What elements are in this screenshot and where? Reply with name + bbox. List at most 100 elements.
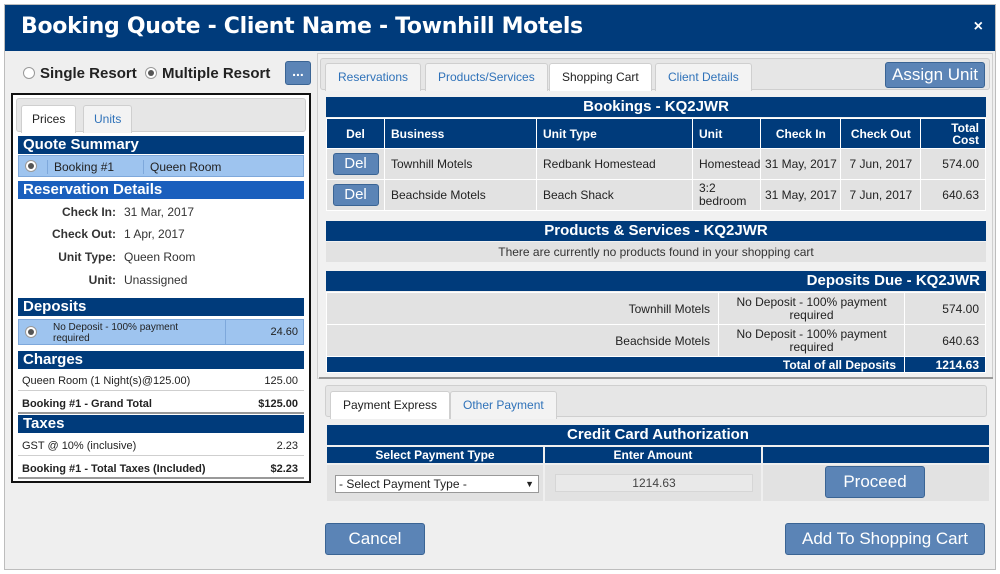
- unit-cell: Homestead: [691, 148, 762, 180]
- single-resort-option[interactable]: Single Resort: [23, 65, 137, 82]
- assign-unit-button[interactable]: Assign Unit: [885, 62, 985, 88]
- business-cell: Beachside Motels: [384, 179, 537, 211]
- quote-summary-heading: Quote Summary: [18, 136, 304, 154]
- payment-tabs: Payment Express Other Payment: [325, 385, 987, 419]
- table-row: Del Townhill Motels Redbank Homestead Ho…: [326, 148, 986, 180]
- check-out-cell: 7 Jun, 2017: [840, 179, 922, 211]
- total-deposits-label: Total of all Deposits: [326, 356, 905, 373]
- grand-total-label: Booking #1 - Grand Total: [22, 398, 152, 410]
- multiple-resort-radio[interactable]: [145, 67, 157, 79]
- business-cell: Townhill Motels: [384, 148, 537, 180]
- tab-products-services[interactable]: Products/Services: [425, 63, 548, 91]
- check-in-label: Check In:: [61, 205, 116, 219]
- col-check-out: Check Out: [840, 118, 922, 149]
- check-out-label: Check Out:: [51, 227, 116, 241]
- proceed-button[interactable]: Proceed: [825, 466, 925, 498]
- delete-booking-button[interactable]: Del: [332, 184, 379, 206]
- left-tabs: Prices Units: [16, 98, 306, 133]
- tab-shopping-cart[interactable]: Shopping Cart: [549, 63, 652, 91]
- add-to-shopping-cart-button[interactable]: Add To Shopping Cart: [785, 523, 985, 555]
- total-cell: 640.63: [920, 179, 986, 211]
- unit-type-cell: Redbank Homestead: [536, 148, 693, 180]
- dropdown-arrow-icon: ▼: [525, 479, 534, 489]
- tax-total-amount: $2.23: [270, 463, 298, 475]
- deposit-amount: 640.63: [904, 324, 986, 357]
- unit-value: Unassigned: [124, 273, 188, 287]
- deposit-message: No Deposit - 100% payment required: [718, 292, 905, 325]
- deposit-amount: 24.60: [225, 320, 303, 344]
- single-resort-radio[interactable]: [23, 67, 35, 79]
- shopping-cart-panel: Reservations Products/Services Shopping …: [317, 53, 993, 379]
- bookings-heading: Bookings - KQ2JWR: [326, 97, 986, 117]
- unit-type-cell: Beach Shack: [536, 179, 693, 211]
- total-cell: 574.00: [920, 148, 986, 180]
- tax-line: GST @ 10% (inclusive) 2.23: [18, 436, 304, 456]
- total-deposits-row: Total of all Deposits 1214.63: [326, 356, 986, 373]
- booking-row[interactable]: Booking #1 Queen Room: [18, 155, 304, 177]
- del-cell: Del: [326, 148, 385, 180]
- deposit-business: Beachside Motels: [326, 324, 719, 357]
- payment-panel: Payment Express Other Payment Credit Car…: [319, 377, 993, 503]
- col-business: Business: [384, 118, 537, 149]
- deposit-row[interactable]: No Deposit - 100% payment required 24.60: [18, 319, 304, 345]
- tax-description: GST @ 10% (inclusive): [22, 440, 137, 452]
- tab-prices[interactable]: Prices: [21, 105, 77, 133]
- title-bar: Booking Quote - Client Name - Townhill M…: [5, 5, 995, 51]
- bookings-table: Del Business Unit Type Unit Check In Che…: [326, 118, 986, 211]
- booking-label: Booking #1: [47, 160, 114, 174]
- tab-payment-express[interactable]: Payment Express: [330, 391, 451, 419]
- tax-total-row: Booking #1 - Total Taxes (Included) $2.2…: [18, 459, 304, 479]
- deposit-business: Townhill Motels: [326, 292, 719, 325]
- col-check-in: Check In: [760, 118, 842, 149]
- tab-other-payment[interactable]: Other Payment: [450, 391, 557, 419]
- quote-summary-panel: Prices Units Quote Summary Booking #1 Qu…: [11, 93, 311, 483]
- check-out-row: Check Out: 1 Apr, 2017: [18, 223, 304, 245]
- deposits-due-table: Townhill Motels No Deposit - 100% paymen…: [326, 292, 986, 373]
- deposit-amount: 574.00: [904, 292, 986, 325]
- multiple-resort-option[interactable]: Multiple Resort: [145, 65, 270, 82]
- amount-input[interactable]: 1214.63: [555, 474, 753, 492]
- payment-type-select[interactable]: - Select Payment Type - ▼: [335, 475, 539, 493]
- close-icon[interactable]: ×: [974, 18, 983, 36]
- tab-units[interactable]: Units: [83, 105, 133, 133]
- delete-booking-button[interactable]: Del: [332, 153, 379, 175]
- col-action: [763, 447, 989, 463]
- unit-label: Unit:: [88, 273, 116, 287]
- deposits-due-heading: Deposits Due - KQ2JWR: [326, 271, 986, 291]
- col-unit: Unit: [691, 118, 762, 149]
- tax-amount: 2.23: [276, 440, 298, 452]
- deposit-radio[interactable]: [25, 326, 37, 338]
- check-out-cell: 7 Jun, 2017: [840, 148, 922, 180]
- charges-heading: Charges: [18, 351, 304, 369]
- deposit-message: No Deposit - 100% payment required: [718, 324, 905, 357]
- cancel-button[interactable]: Cancel: [325, 523, 425, 555]
- unit-type-row: Unit Type: Queen Room: [18, 246, 304, 268]
- tab-client-details[interactable]: Client Details: [655, 63, 752, 91]
- resort-selector: Single Resort Multiple Resort ...: [21, 60, 311, 88]
- booking-quote-dialog: Booking Quote - Client Name - Townhill M…: [4, 4, 996, 570]
- payment-type-selected: - Select Payment Type -: [339, 477, 467, 491]
- check-in-value: 31 Mar, 2017: [124, 205, 195, 219]
- check-out-value: 1 Apr, 2017: [124, 227, 185, 241]
- payment-type-cell: - Select Payment Type - ▼: [327, 465, 543, 501]
- taxes-heading: Taxes: [18, 415, 304, 433]
- bookings-header-row: Del Business Unit Type Unit Check In Che…: [326, 118, 986, 149]
- right-tabs: Reservations Products/Services Shopping …: [320, 58, 990, 91]
- charge-description: Queen Room (1 Night(s)@125.00): [22, 375, 191, 387]
- unit-cell: 3:2 bedroom: [691, 179, 762, 211]
- booking-radio[interactable]: [25, 160, 37, 172]
- col-del: Del: [326, 118, 385, 149]
- deposit-due-row: Beachside Motels No Deposit - 100% payme…: [326, 324, 986, 357]
- single-resort-label: Single Resort: [40, 65, 137, 82]
- deposits-heading: Deposits: [18, 298, 304, 316]
- products-heading: Products & Services - KQ2JWR: [326, 221, 986, 241]
- products-empty-message: There are currently no products found in…: [326, 242, 986, 262]
- deposit-text: No Deposit - 100% payment required: [53, 322, 179, 344]
- booking-unit: Queen Room: [143, 160, 221, 174]
- tab-reservations[interactable]: Reservations: [325, 63, 422, 91]
- check-in-row: Check In: 31 Mar, 2017: [18, 201, 304, 223]
- amount-cell: 1214.63: [545, 465, 761, 501]
- unit-row: Unit: Unassigned: [18, 269, 304, 291]
- unit-type-label: Unit Type:: [58, 250, 116, 264]
- more-options-button[interactable]: ...: [285, 61, 311, 85]
